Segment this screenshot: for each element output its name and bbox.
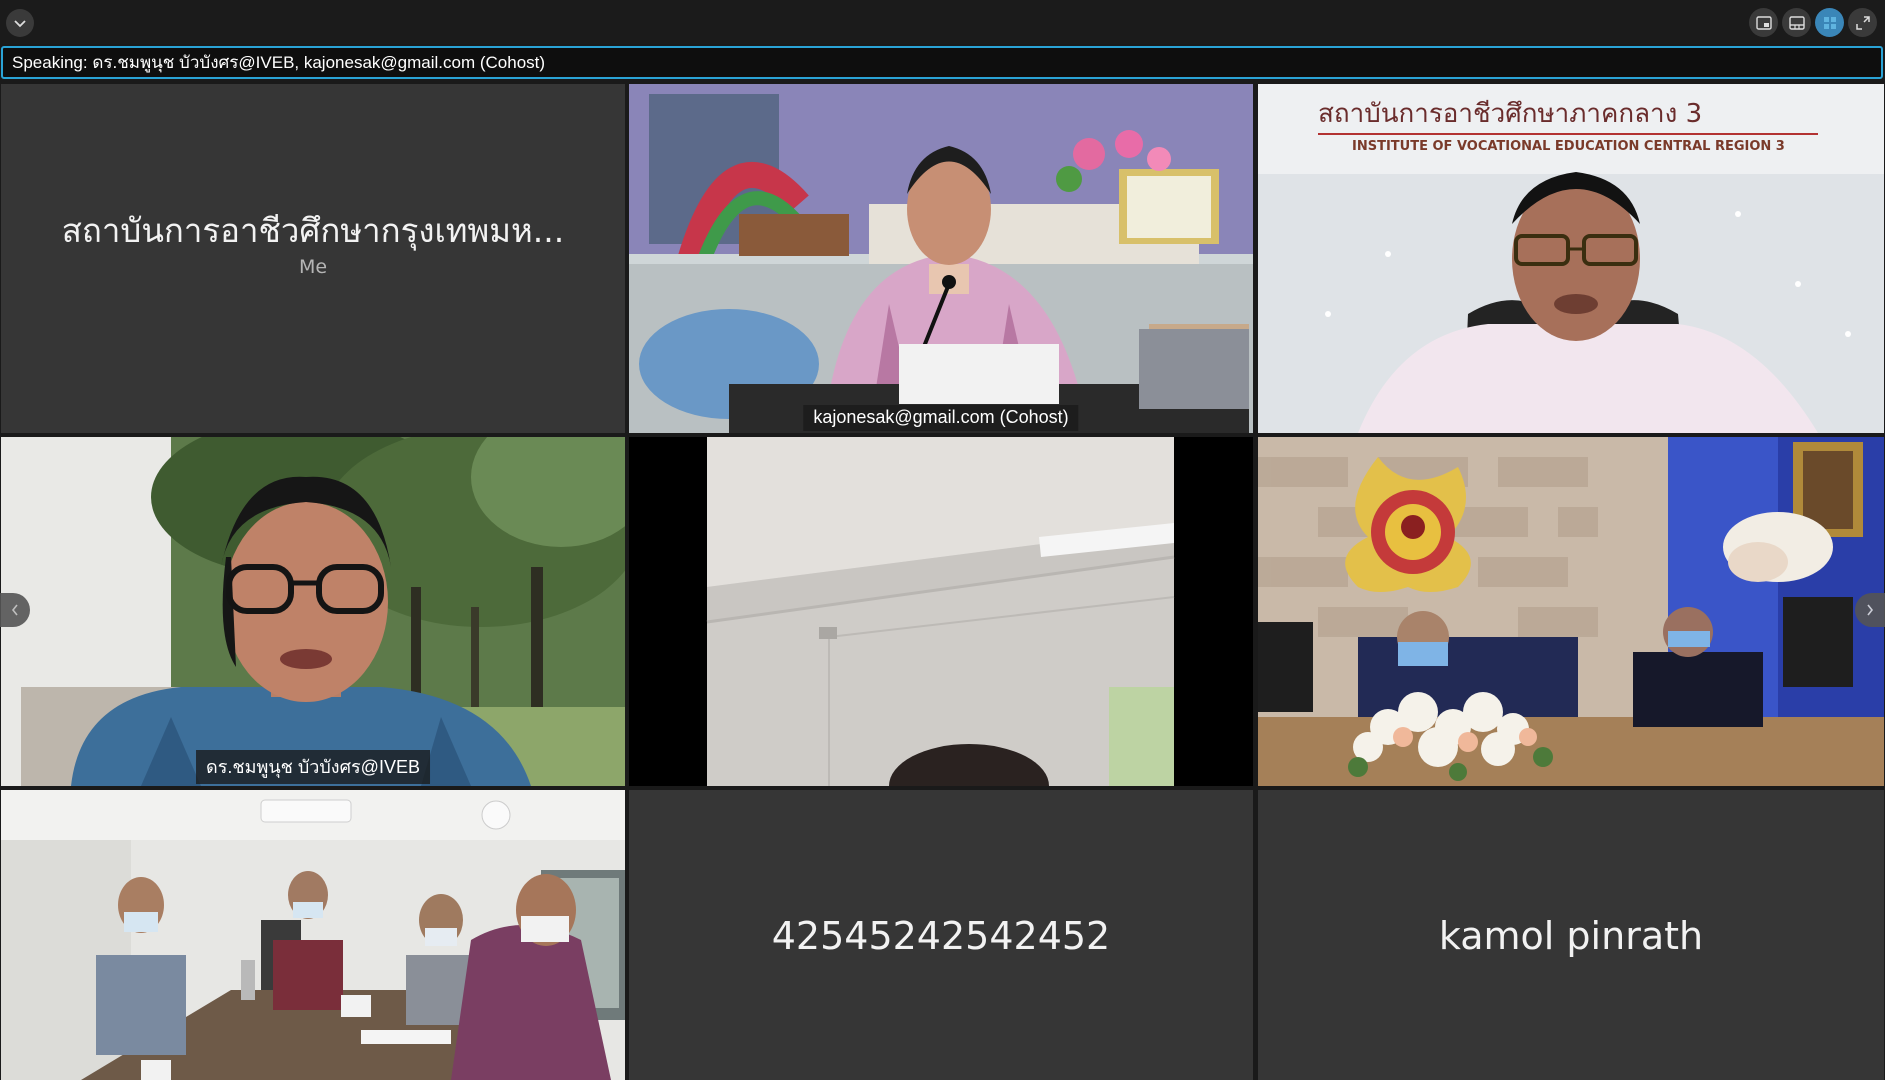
collapse-button[interactable] [6,9,34,37]
fullscreen-button[interactable] [1848,8,1877,37]
sign-thai-text: สถาบันการอาชีวศึกษาภาคกลาง 3 [1318,99,1702,129]
participant-name: kamol pinrath [1438,914,1704,958]
participant-tile-ceiling-camera[interactable] [629,437,1253,786]
participant-tile-region3[interactable]: สถาบันการอาชีวศึกษาภาคกลาง 3 INSTITUTE O… [1258,84,1884,433]
fullscreen-icon [1855,15,1870,30]
sign-english-text: INSTITUTE OF VOCATIONAL EDUCATION CENTRA… [1352,139,1785,154]
video-feed [629,437,1253,786]
filmstrip-view-button[interactable] [1782,8,1811,37]
participant-tile-self[interactable]: สถาบันการอาชีวศึกษากรุงเทพมห... Me [1,84,625,433]
participant-tile-kamol[interactable]: kamol pinrath [1258,790,1884,1080]
view-controls [1749,8,1877,37]
speaking-indicator: Speaking: ดร.ชมพูนุช บัวบังศร@IVEB, kajo… [1,46,1883,79]
next-page-button[interactable] [1855,593,1885,627]
video-feed [1,437,625,786]
participant-subtitle: Me [298,256,328,278]
gallery-view-button[interactable] [1815,8,1844,37]
top-toolbar [0,0,1885,44]
participant-tile-meeting-room[interactable] [1,790,625,1080]
participant-tile-iveb[interactable]: ดร.ชมพูนุช บัวบังศร@IVEB [1,437,625,786]
gallery-grid: สถาบันการอาชีวศึกษากรุงเทพมห... Me kajon… [0,84,1885,1080]
video-feed: สถาบันการอาชีวศึกษาภาคกลาง 3 INSTITUTE O… [1258,84,1884,433]
participant-tile-ceremony-room[interactable] [1258,437,1884,786]
video-feed [629,84,1253,433]
video-feed [1,790,625,1080]
participant-name: 42545242542452 [771,914,1111,958]
participant-tile-cohost[interactable]: kajonesak@gmail.com (Cohost) [629,84,1253,433]
participant-name: สถาบันการอาชีวศึกษากรุงเทพมห... [61,211,565,250]
chevron-left-icon [11,604,18,616]
video-feed [1258,437,1884,786]
gallery-view-icon [1823,16,1836,29]
chevron-right-icon [1867,604,1874,616]
pip-view-button[interactable] [1749,8,1778,37]
participant-name-tag: ดร.ชมพูนุช บัวบังศร@IVEB [196,750,430,784]
participant-tile-phone[interactable]: 42545242542452 [629,790,1253,1080]
pip-view-icon [1755,15,1772,30]
chevron-down-icon [14,20,26,28]
participant-name-tag: kajonesak@gmail.com (Cohost) [803,405,1079,431]
filmstrip-view-icon [1788,15,1805,30]
